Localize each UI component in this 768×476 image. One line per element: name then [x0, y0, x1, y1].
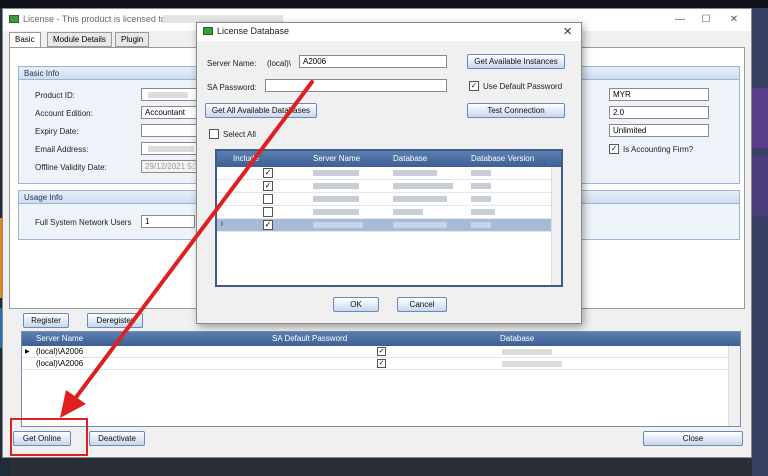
annotation-arrow — [60, 80, 314, 418]
annotation-highlight-box — [10, 418, 88, 456]
